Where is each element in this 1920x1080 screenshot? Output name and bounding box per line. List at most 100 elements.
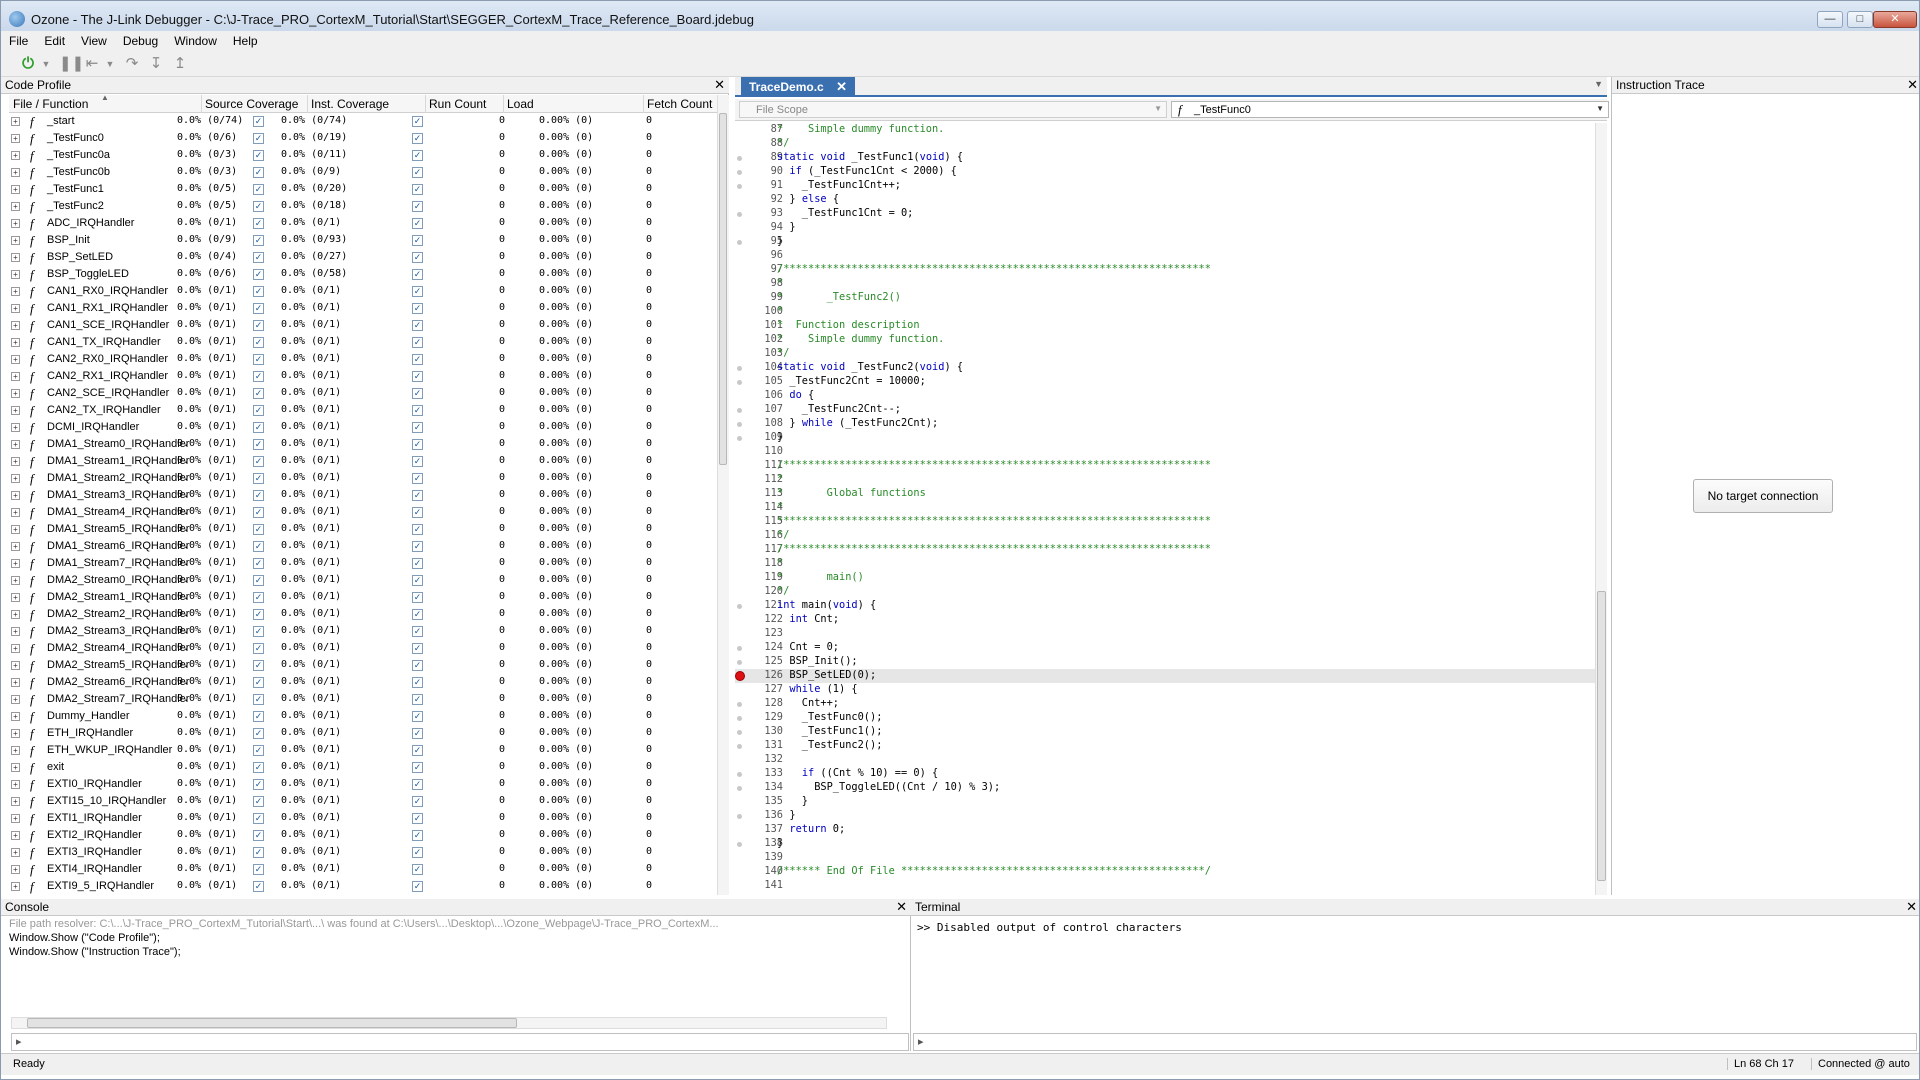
source-coverage-checkbox[interactable]: ✓ xyxy=(253,626,264,637)
table-row[interactable]: + f DMA2_Stream0_IRQHandler 0.0% (0/1) ✓ 0.0%… xyxy=(9,572,717,589)
table-row[interactable]: + f CAN1_RX0_IRQHandler 0.0% (0/1) ✓ 0.0% (0/… xyxy=(9,283,717,300)
breakpoint-slot-icon[interactable] xyxy=(737,422,742,427)
expand-icon[interactable]: + xyxy=(11,287,20,296)
code-line[interactable]: 114 * xyxy=(735,501,1595,515)
table-row[interactable]: + f DMA2_Stream5_IRQHandler 0.0% (0/1) ✓ 0.0%… xyxy=(9,657,717,674)
table-row[interactable]: + f DCMI_IRQHandler 0.0% (0/1) ✓ 0.0% (0/1) 0 ✓… xyxy=(9,419,717,436)
code-line[interactable]: 97/*************************************… xyxy=(735,263,1595,277)
source-coverage-checkbox[interactable]: ✓ xyxy=(253,490,264,501)
expand-icon[interactable]: + xyxy=(11,134,20,143)
code-line[interactable]: 116 */ xyxy=(735,529,1595,543)
load-checkbox[interactable]: ✓ xyxy=(412,116,423,127)
expand-icon[interactable]: + xyxy=(11,882,20,891)
code-line[interactable]: 126 BSP_SetLED(0); xyxy=(735,669,1595,683)
code-line[interactable]: 108 } while (_TestFunc2Cnt); xyxy=(735,417,1595,431)
source-coverage-checkbox[interactable]: ✓ xyxy=(253,881,264,892)
column-fetch-count[interactable]: Fetch Count xyxy=(647,97,712,111)
expand-icon[interactable]: + xyxy=(11,372,20,381)
code-line[interactable]: 111/************************************… xyxy=(735,459,1595,473)
breakpoint-slot-icon[interactable] xyxy=(737,660,742,665)
source-coverage-checkbox[interactable]: ✓ xyxy=(253,184,264,195)
code-line[interactable]: 110 xyxy=(735,445,1595,459)
breakpoint-slot-icon[interactable] xyxy=(737,170,742,175)
column-run-count[interactable]: Run Count xyxy=(429,97,486,111)
load-checkbox[interactable]: ✓ xyxy=(412,541,423,552)
table-row[interactable]: + f DMA2_Stream3_IRQHandler 0.0% (0/1) ✓ 0.0%… xyxy=(9,623,717,640)
load-checkbox[interactable]: ✓ xyxy=(412,218,423,229)
code-line[interactable]: 115 *************************************… xyxy=(735,515,1595,529)
load-checkbox[interactable]: ✓ xyxy=(412,643,423,654)
load-checkbox[interactable]: ✓ xyxy=(412,779,423,790)
source-coverage-checkbox[interactable]: ✓ xyxy=(253,660,264,671)
load-checkbox[interactable]: ✓ xyxy=(412,388,423,399)
load-checkbox[interactable]: ✓ xyxy=(412,490,423,501)
source-coverage-checkbox[interactable]: ✓ xyxy=(253,473,264,484)
code-line[interactable]: 138} xyxy=(735,837,1595,851)
expand-icon[interactable]: + xyxy=(11,270,20,279)
maximize-icon[interactable]: □ xyxy=(1847,11,1873,28)
load-checkbox[interactable]: ✓ xyxy=(412,796,423,807)
expand-icon[interactable]: + xyxy=(11,321,20,330)
breakpoint-slot-icon[interactable] xyxy=(737,184,742,189)
load-checkbox[interactable]: ✓ xyxy=(412,830,423,841)
code-line[interactable]: 124 Cnt = 0; xyxy=(735,641,1595,655)
code-line[interactable]: 122 int Cnt; xyxy=(735,613,1595,627)
editor-vscroll-thumb[interactable] xyxy=(1597,591,1606,881)
breakpoint-slot-icon[interactable] xyxy=(737,646,742,651)
source-coverage-checkbox[interactable]: ✓ xyxy=(253,796,264,807)
breakpoint-slot-icon[interactable] xyxy=(737,772,742,777)
expand-icon[interactable]: + xyxy=(11,780,20,789)
table-row[interactable]: + f DMA2_Stream6_IRQHandler 0.0% (0/1) ✓ 0.0%… xyxy=(9,674,717,691)
tab-list-icon[interactable]: ▼ xyxy=(1594,79,1603,89)
code-line[interactable]: 129 _TestFunc0(); xyxy=(735,711,1595,725)
no-target-connection-button[interactable]: No target connection xyxy=(1693,479,1833,513)
source-coverage-checkbox[interactable]: ✓ xyxy=(253,422,264,433)
source-coverage-checkbox[interactable]: ✓ xyxy=(253,609,264,620)
table-row[interactable]: + f _TestFunc0 0.0% (0/6) ✓ 0.0% (0/19) 0 ✓ 0.00… xyxy=(9,130,717,147)
load-checkbox[interactable]: ✓ xyxy=(412,235,423,246)
expand-icon[interactable]: + xyxy=(11,763,20,772)
load-checkbox[interactable]: ✓ xyxy=(412,524,423,535)
expand-icon[interactable]: + xyxy=(11,695,20,704)
source-coverage-checkbox[interactable]: ✓ xyxy=(253,677,264,688)
expand-icon[interactable]: + xyxy=(11,423,20,432)
code-line[interactable]: 99 * _TestFunc2() xyxy=(735,291,1595,305)
code-line[interactable]: 134 BSP_ToggleLED((Cnt / 10) % 3); xyxy=(735,781,1595,795)
source-coverage-checkbox[interactable]: ✓ xyxy=(253,524,264,535)
breakpoint-slot-icon[interactable] xyxy=(737,842,742,847)
tab-tracedemo[interactable]: TraceDemo.c ✕ xyxy=(741,77,855,97)
load-checkbox[interactable]: ✓ xyxy=(412,286,423,297)
source-coverage-checkbox[interactable]: ✓ xyxy=(253,405,264,416)
table-row[interactable]: + f CAN2_SCE_IRQHandler 0.0% (0/1) ✓ 0.0% (0/… xyxy=(9,385,717,402)
code-line[interactable]: 102 * Simple dummy function. xyxy=(735,333,1595,347)
table-row[interactable]: + f BSP_SetLED 0.0% (0/4) ✓ 0.0% (0/27) 0 ✓ 0.00… xyxy=(9,249,717,266)
source-coverage-checkbox[interactable]: ✓ xyxy=(253,320,264,331)
code-profile-vscroll-thumb[interactable] xyxy=(719,113,727,465)
breakpoint-slot-icon[interactable] xyxy=(737,436,742,441)
code-line[interactable]: 120 */ xyxy=(735,585,1595,599)
source-coverage-checkbox[interactable]: ✓ xyxy=(253,643,264,654)
source-coverage-checkbox[interactable]: ✓ xyxy=(253,745,264,756)
load-checkbox[interactable]: ✓ xyxy=(412,558,423,569)
code-line[interactable]: 135 } xyxy=(735,795,1595,809)
load-checkbox[interactable]: ✓ xyxy=(412,201,423,212)
close-tab-icon[interactable]: ✕ xyxy=(836,79,847,95)
load-checkbox[interactable]: ✓ xyxy=(412,507,423,518)
code-line[interactable]: 121 int main(void) { xyxy=(735,599,1595,613)
code-line[interactable]: 127 while (1) { xyxy=(735,683,1595,697)
source-coverage-checkbox[interactable]: ✓ xyxy=(253,167,264,178)
table-row[interactable]: + f DMA2_Stream7_IRQHandler 0.0% (0/1) ✓ 0.0%… xyxy=(9,691,717,708)
source-coverage-checkbox[interactable]: ✓ xyxy=(253,286,264,297)
load-checkbox[interactable]: ✓ xyxy=(412,167,423,178)
breakpoint-slot-icon[interactable] xyxy=(737,604,742,609)
expand-icon[interactable]: + xyxy=(11,678,20,687)
expand-icon[interactable]: + xyxy=(11,338,20,347)
load-checkbox[interactable]: ✓ xyxy=(412,575,423,586)
source-coverage-checkbox[interactable]: ✓ xyxy=(253,711,264,722)
code-line[interactable]: 92 } else { xyxy=(735,193,1595,207)
source-coverage-checkbox[interactable]: ✓ xyxy=(253,269,264,280)
breakpoint-slot-icon[interactable] xyxy=(737,212,742,217)
table-row[interactable]: + f DMA1_Stream6_IRQHandler 0.0% (0/1) ✓ 0.0%… xyxy=(9,538,717,555)
load-checkbox[interactable]: ✓ xyxy=(412,303,423,314)
step-out-icon[interactable]: ↥ xyxy=(171,55,189,73)
